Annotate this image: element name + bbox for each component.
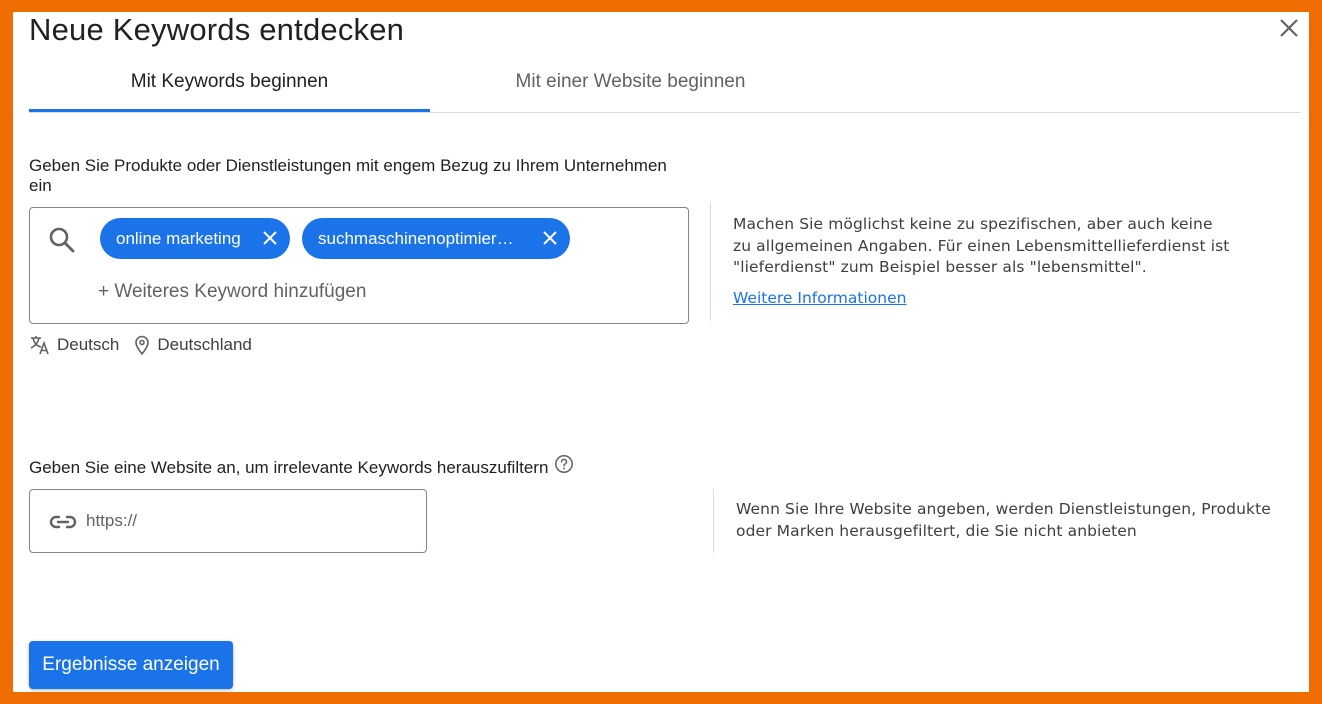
keyword-planner-dialog: Neue Keywords entdecken Mit Keywords beg… bbox=[13, 12, 1309, 692]
close-icon[interactable] bbox=[1275, 14, 1303, 42]
language-selector[interactable]: Deutsch bbox=[29, 334, 119, 356]
tab-bar: Mit Keywords beginnen Mit einer Website … bbox=[29, 52, 1301, 113]
location-label: Deutschland bbox=[157, 335, 252, 354]
website-help-text: Wenn Sie Ihre Website angeben, werden Di… bbox=[736, 500, 1271, 540]
locale-settings-row: Deutsch Deutschland bbox=[29, 334, 252, 356]
tab-with-keywords[interactable]: Mit Keywords beginnen bbox=[29, 52, 430, 112]
keyword-chip-label: online marketing bbox=[116, 228, 241, 248]
tab-with-website[interactable]: Mit einer Website beginnen bbox=[430, 52, 831, 112]
more-info-link[interactable]: Weitere Informationen bbox=[733, 289, 906, 307]
add-keyword-input[interactable]: + Weiteres Keyword hinzufügen bbox=[98, 281, 366, 303]
link-icon bbox=[49, 515, 77, 529]
keyword-chip-label: suchmaschinenoptimier… bbox=[318, 228, 514, 248]
website-label-row: Geben Sie eine Website an, um irrelevant… bbox=[29, 455, 574, 478]
remove-chip-icon[interactable] bbox=[260, 228, 280, 248]
remove-chip-icon[interactable] bbox=[540, 228, 560, 248]
search-icon bbox=[49, 227, 75, 253]
keyword-chip[interactable]: online marketing bbox=[100, 218, 290, 259]
language-label: Deutsch bbox=[57, 335, 120, 354]
keyword-input-box[interactable]: online marketing suchmaschinenoptimier… … bbox=[29, 207, 689, 324]
location-pin-icon bbox=[135, 335, 150, 356]
active-tab-indicator bbox=[29, 109, 430, 112]
website-url-input[interactable] bbox=[86, 506, 406, 536]
show-results-button[interactable]: Ergebnisse anzeigen bbox=[29, 641, 233, 689]
keywords-help-text: Machen Sie möglichst keine zu spezifisch… bbox=[733, 215, 1230, 276]
website-label: Geben Sie eine Website an, um irrelevant… bbox=[29, 458, 549, 477]
help-circle-icon[interactable] bbox=[554, 454, 574, 474]
divider bbox=[710, 203, 711, 321]
dialog-title: Neue Keywords entdecken bbox=[29, 12, 405, 47]
keywords-label: Geben Sie Produkte oder Dienstleistungen… bbox=[29, 156, 667, 195]
website-input-box[interactable] bbox=[29, 489, 427, 553]
keyword-chip[interactable]: suchmaschinenoptimier… bbox=[302, 218, 570, 259]
translate-icon bbox=[30, 336, 49, 355]
location-selector[interactable]: Deutschland bbox=[133, 334, 252, 356]
divider bbox=[713, 489, 714, 553]
